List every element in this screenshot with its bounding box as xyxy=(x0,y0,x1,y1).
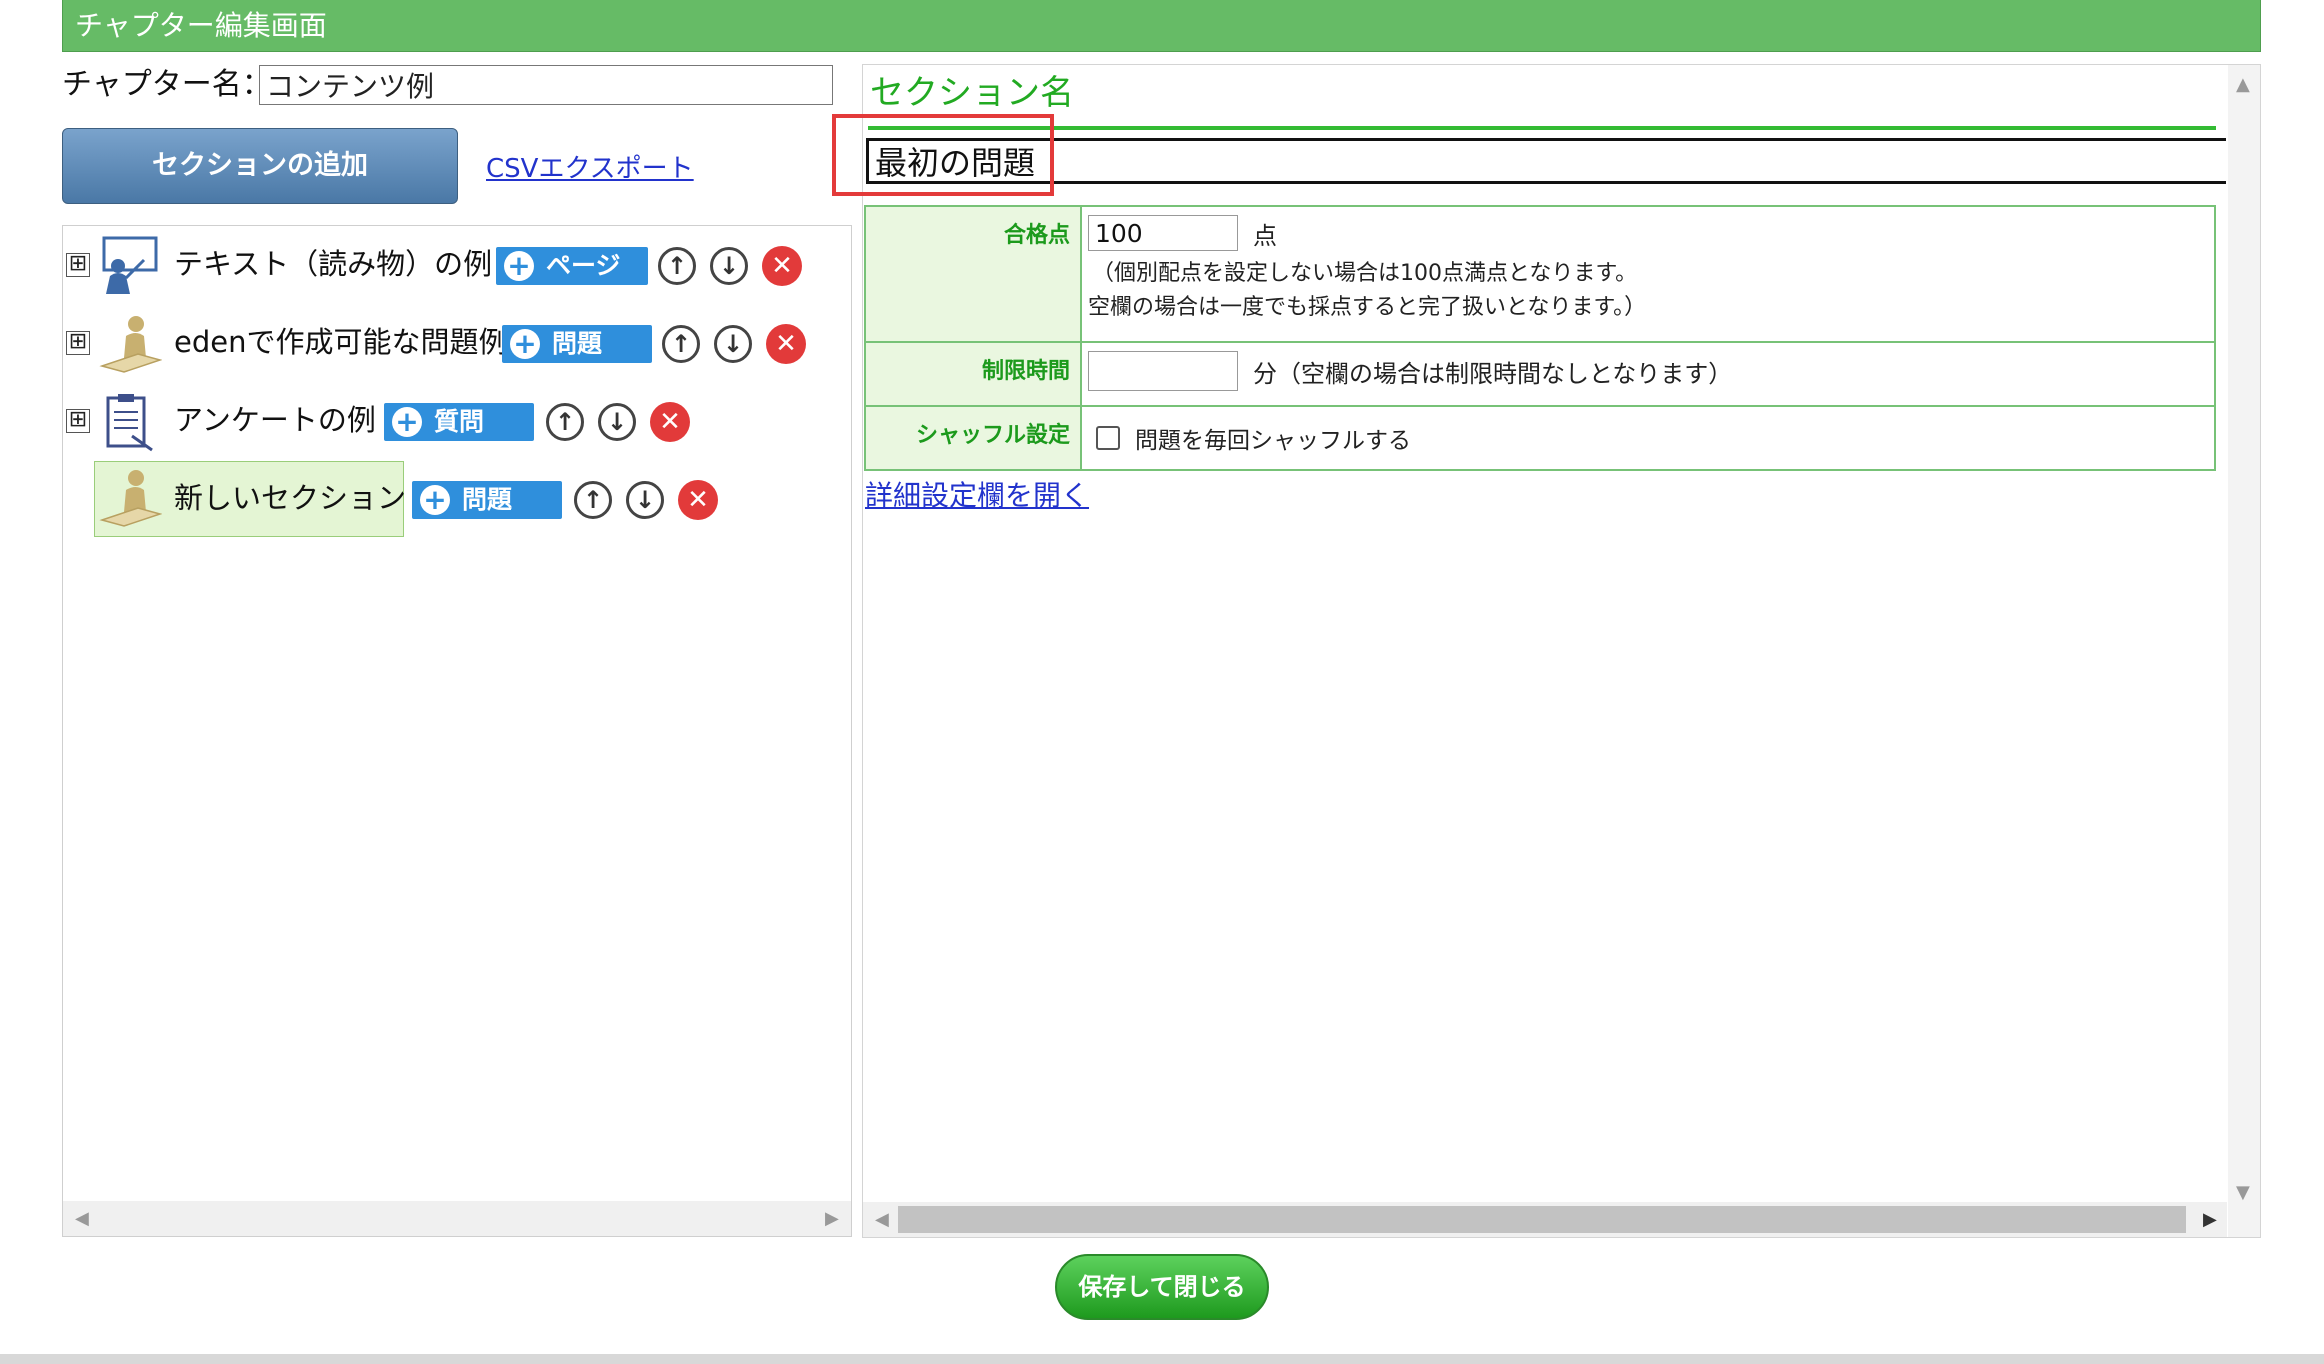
scroll-up-icon[interactable]: ▲ xyxy=(2236,67,2250,102)
move-down-icon[interactable]: ↓ xyxy=(714,325,752,363)
chapter-name-input[interactable] xyxy=(259,65,833,105)
add-page-button[interactable]: + ページ xyxy=(496,247,648,285)
save-and-close-button[interactable]: 保存して閉じる xyxy=(1055,1254,1269,1320)
section-name-input[interactable] xyxy=(866,138,2226,184)
passing-score-unit: 点 xyxy=(1253,221,1277,250)
add-pill-label: 問題 xyxy=(552,329,603,358)
expand-icon[interactable]: ⊞ xyxy=(66,253,90,277)
editor-vertical-scrollbar[interactable]: ▲ ▼ xyxy=(2228,65,2260,1237)
heading-divider xyxy=(868,126,2216,130)
move-up-icon[interactable]: ↑ xyxy=(658,247,696,285)
expand-icon[interactable]: ⊞ xyxy=(66,409,90,433)
shuffle-row: シャッフル設定 問題を毎回シャッフルする xyxy=(864,405,2216,471)
delete-icon[interactable]: ✕ xyxy=(766,324,806,364)
add-section-button[interactable]: セクションの追加 xyxy=(62,128,458,204)
window-title-bar: チャプター編集画面 xyxy=(62,0,2261,52)
scroll-right-icon[interactable]: ▶ xyxy=(825,1201,839,1236)
student-desk-icon xyxy=(99,470,162,527)
section-name-heading: セクション名 xyxy=(870,73,1074,113)
tree-item-label[interactable]: テキスト（読み物）の例 xyxy=(174,244,492,284)
tree-horizontal-scrollbar[interactable]: ◀ ▶ xyxy=(63,1201,851,1236)
tree-item-text-example[interactable]: ⊞ テキスト（読み物）の例 + ページ ↑ ↓ ✕ xyxy=(62,236,842,296)
passing-score-note-2: 空欄の場合は一度でも採点すると完了扱いとなります。） xyxy=(1088,295,1647,320)
window-bottom-edge xyxy=(0,1354,2324,1364)
horizontal-scroll-thumb[interactable] xyxy=(898,1206,2186,1233)
expand-icon[interactable]: ⊞ xyxy=(66,331,90,355)
plus-icon: + xyxy=(510,329,540,359)
add-pill-label: ページ xyxy=(546,251,621,280)
tree-item-survey-example[interactable]: ⊞ アンケートの例 + 質問 ↑ ↓ ✕ xyxy=(62,392,842,452)
time-limit-note: 分（空欄の場合は制限時間なしとなります） xyxy=(1253,359,1733,388)
scroll-down-icon[interactable]: ▼ xyxy=(2236,1175,2250,1210)
passing-score-row: 合格点 点 （個別配点を設定しない場合は100点満点となります。 空欄の場合は一… xyxy=(864,205,2216,343)
student-desk-icon xyxy=(99,316,162,373)
shuffle-checkbox-label[interactable]: 問題を毎回シャッフルする xyxy=(1135,428,1411,454)
chapter-name-label: チャプター名： xyxy=(62,67,272,102)
open-advanced-settings-link[interactable]: 詳細設定欄を開く xyxy=(865,474,1089,514)
time-limit-row: 制限時間 分（空欄の場合は制限時間なしとなります） xyxy=(864,341,2216,407)
plus-icon: + xyxy=(504,251,534,281)
shuffle-checkbox[interactable] xyxy=(1096,426,1120,450)
shuffle-label: シャッフル設定 xyxy=(864,405,1082,471)
scroll-left-icon[interactable]: ◀ xyxy=(875,1202,889,1237)
teacher-board-icon xyxy=(102,236,158,294)
move-down-icon[interactable]: ↓ xyxy=(626,481,664,519)
scroll-right-icon[interactable]: ▶ xyxy=(2203,1202,2217,1237)
clipboard-icon xyxy=(106,394,153,452)
move-up-icon[interactable]: ↑ xyxy=(574,481,612,519)
section-tree-panel xyxy=(62,225,852,1237)
window-title: チャプター編集画面 xyxy=(75,9,327,42)
section-settings-table: 合格点 点 （個別配点を設定しない場合は100点満点となります。 空欄の場合は一… xyxy=(864,205,2216,471)
add-pill-label: 質問 xyxy=(434,407,485,436)
add-survey-question-button[interactable]: + 質問 xyxy=(384,403,534,441)
scroll-left-icon[interactable]: ◀ xyxy=(75,1201,89,1236)
csv-export-link[interactable]: CSVエクスポート xyxy=(486,148,694,185)
tree-item-label[interactable]: アンケートの例 xyxy=(174,400,376,440)
add-question-button[interactable]: + 問題 xyxy=(412,481,562,519)
tree-item-label[interactable]: edenで作成可能な問題例 xyxy=(174,322,507,362)
move-down-icon[interactable]: ↓ xyxy=(710,247,748,285)
tree-item-new-section[interactable]: 新しいセクション + 問題 ↑ ↓ ✕ xyxy=(94,468,794,528)
tree-item-eden-examples[interactable]: ⊞ edenで作成可能な問題例 + 問題 ↑ ↓ ✕ xyxy=(62,314,842,374)
time-limit-input[interactable] xyxy=(1088,351,1238,391)
passing-score-input[interactable] xyxy=(1088,215,1238,251)
delete-icon[interactable]: ✕ xyxy=(678,480,718,520)
add-pill-label: 問題 xyxy=(462,485,513,514)
move-up-icon[interactable]: ↑ xyxy=(546,403,584,441)
move-down-icon[interactable]: ↓ xyxy=(598,403,636,441)
add-question-button[interactable]: + 問題 xyxy=(502,325,652,363)
passing-score-label: 合格点 xyxy=(864,205,1082,343)
time-limit-label: 制限時間 xyxy=(864,341,1082,407)
passing-score-note-1: （個別配点を設定しない場合は100点満点となります。 xyxy=(1092,261,1638,286)
delete-icon[interactable]: ✕ xyxy=(762,246,802,286)
tree-item-label[interactable]: 新しいセクション xyxy=(174,478,406,518)
annotation-highlight-box xyxy=(832,114,1054,196)
move-up-icon[interactable]: ↑ xyxy=(662,325,700,363)
plus-icon: + xyxy=(392,407,422,437)
plus-icon: + xyxy=(420,485,450,515)
delete-icon[interactable]: ✕ xyxy=(650,402,690,442)
